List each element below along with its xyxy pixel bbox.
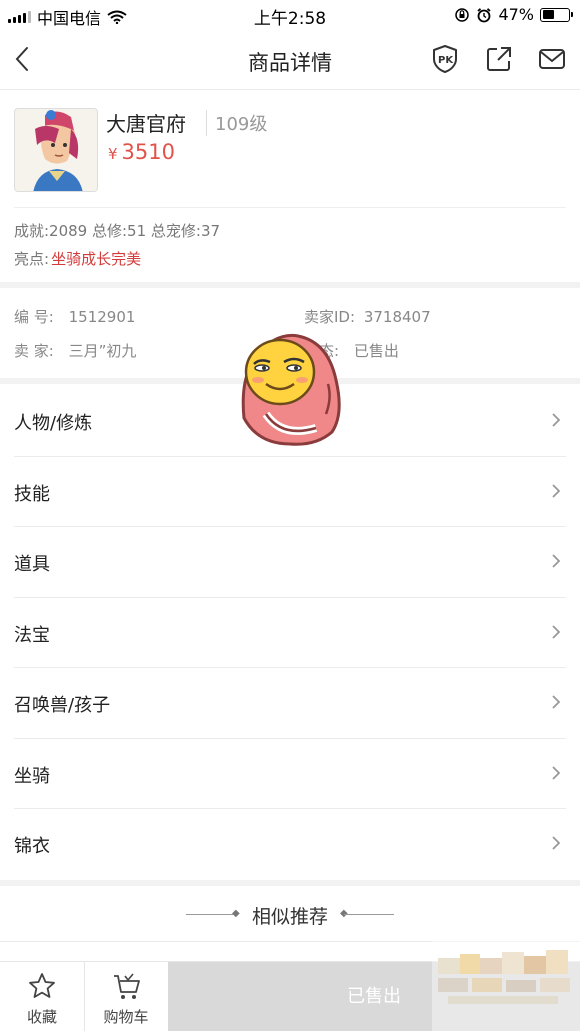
star-icon [29, 973, 55, 998]
seller-id-row: 卖家ID: 3718407 [304, 306, 431, 327]
id-label: 编 号: [14, 308, 54, 326]
seller-id-label: 卖家ID: [304, 308, 356, 326]
character-school: 大唐官府 [106, 112, 186, 136]
chevron-right-icon [552, 765, 561, 780]
emoji-sticker [241, 333, 341, 446]
section-item[interactable]: 技能 [14, 457, 566, 527]
favorite-button[interactable]: 收藏 [0, 962, 84, 1031]
section-item[interactable]: 坐骑 [14, 739, 566, 809]
status-right: 47% [454, 5, 573, 24]
nav-bar: 商品详情 PK [0, 30, 580, 90]
chevron-right-icon [552, 695, 561, 709]
decorative-line-right [344, 914, 394, 915]
status-value: 已售出 [353, 342, 399, 360]
share-icon[interactable] [484, 44, 514, 74]
character-avatar[interactable] [14, 108, 98, 192]
similar-header: ◆ 相似推荐 ◆ [0, 886, 580, 942]
chevron-right-icon [552, 836, 561, 850]
id-value: 1512901 [68, 308, 136, 326]
section-item[interactable]: 召唤兽/孩子 [14, 668, 566, 739]
highlight-label: 亮点: [14, 250, 50, 268]
highlight-value: 坐骑成长完美 [51, 250, 142, 268]
highlight-row: 亮点: 坐骑成长完美 [14, 248, 141, 269]
cart-label: 购物车 [103, 1008, 149, 1026]
chevron-right-icon [552, 483, 561, 498]
price: ¥3510 [108, 140, 175, 164]
orientation-lock-icon [455, 7, 470, 22]
battery-percent: 47% [498, 5, 534, 24]
product-header: 大唐官府 109级 ¥3510 [14, 108, 566, 208]
seller-row: 卖 家: 三月”初九 [14, 340, 136, 361]
character-level: 109级 [206, 110, 267, 136]
status-bar: 中国电信 上午2:58 47% [0, 0, 580, 30]
pk-icon[interactable]: PK [430, 44, 460, 74]
section-divider [0, 282, 580, 288]
section-label: 法宝 [14, 624, 50, 646]
section-label: 召唤兽/孩子 [14, 695, 111, 716]
character-stats: 成就:2089 总修:51 总宠修:37 [14, 222, 221, 240]
seller-id-value: 3718407 [363, 308, 431, 326]
section-item[interactable]: 法宝 [14, 598, 566, 668]
svg-text:PK: PK [438, 55, 454, 66]
section-item[interactable]: 锦衣 [14, 809, 566, 880]
cart-button[interactable]: 购物车 [84, 962, 168, 1031]
section-label: 坐骑 [14, 765, 50, 787]
alarm-icon [477, 7, 492, 22]
section-label: 道具 [14, 554, 50, 575]
section-label: 人物/修炼 [14, 413, 93, 434]
price-value: 3510 [121, 140, 175, 164]
battery-fill [542, 10, 555, 19]
price-currency: ¥ [108, 145, 118, 163]
mail-icon[interactable] [537, 44, 567, 74]
favorite-label: 收藏 [26, 1008, 57, 1026]
section-label: 技能 [14, 483, 50, 505]
similar-title: 相似推荐 [251, 906, 328, 928]
chevron-right-icon [552, 413, 561, 427]
section-label: 锦衣 [14, 836, 50, 857]
chevron-right-icon [552, 554, 561, 568]
cart-icon [114, 973, 140, 999]
blurred-watermark [432, 940, 580, 1031]
character-portrait-icon [15, 109, 97, 191]
chevron-right-icon [552, 624, 561, 639]
seller-label: 卖 家: [14, 342, 54, 360]
id-row: 编 号: 1512901 [14, 306, 135, 327]
section-item[interactable]: 道具 [14, 527, 566, 598]
battery-icon [540, 7, 573, 22]
section-list: 人物/修炼技能道具法宝召唤兽/孩子 坐骑锦衣 [0, 386, 580, 880]
seller-value: 三月”初九 [68, 342, 137, 360]
